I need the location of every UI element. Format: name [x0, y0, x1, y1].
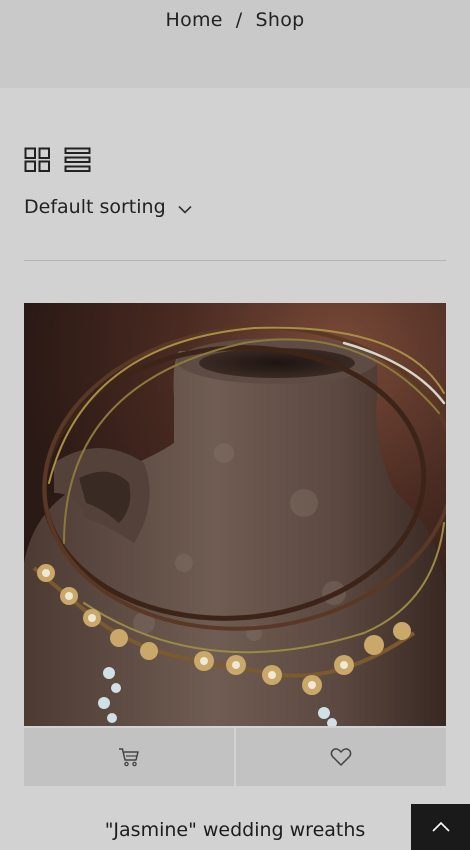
product-title[interactable]: "Jasmine" wedding wreaths: [24, 819, 446, 841]
breadcrumb-current: Shop: [255, 9, 305, 31]
grid-view-icon: [24, 147, 50, 172]
cart-icon: [119, 748, 139, 767]
product-actions: [24, 728, 446, 786]
breadcrumb-separator: /: [235, 9, 243, 31]
list-view-button[interactable]: [64, 147, 92, 173]
breadcrumb-home-link[interactable]: Home: [165, 9, 222, 31]
sorting-label: Default sorting: [24, 196, 166, 218]
add-to-cart-button[interactable]: [24, 728, 234, 786]
heart-icon: [330, 748, 352, 766]
breadcrumb: Home / Shop: [0, 9, 470, 31]
divider: [24, 260, 446, 261]
product-image[interactable]: [24, 303, 446, 726]
chevron-down-icon: [178, 197, 192, 219]
grid-view-button[interactable]: [24, 147, 52, 173]
list-view-icon: [64, 147, 91, 172]
product-photo: [24, 303, 446, 726]
chevron-up-icon: [431, 821, 450, 832]
scroll-to-top-button[interactable]: [411, 804, 470, 850]
add-to-wishlist-button[interactable]: [236, 728, 446, 786]
sorting-select[interactable]: Default sorting: [24, 196, 192, 219]
